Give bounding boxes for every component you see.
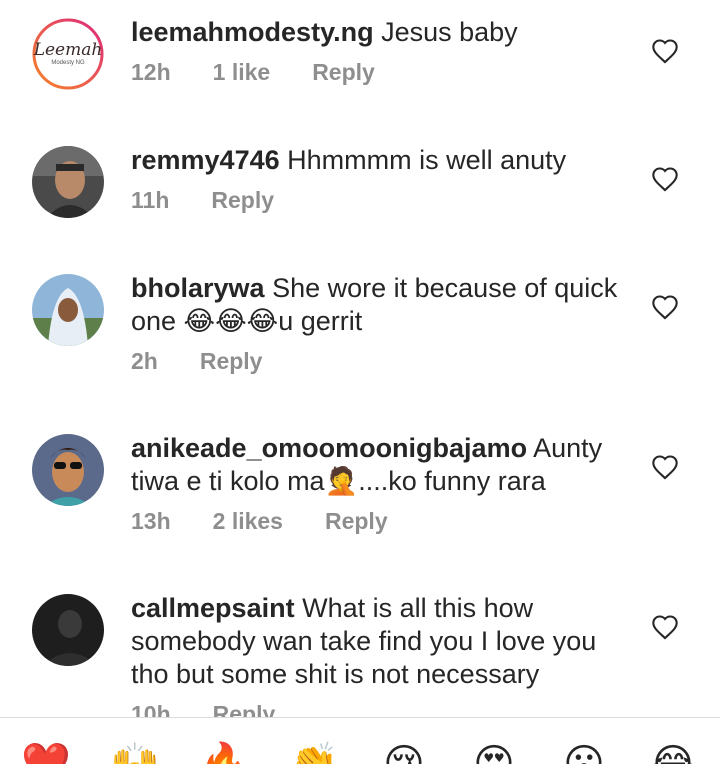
reaction-surprised[interactable]: 😮 [556, 742, 612, 764]
reply-button[interactable]: Reply [312, 59, 375, 86]
comment-username[interactable]: remmy4746 [131, 145, 280, 175]
comment-meta: 12h 1 like Reply [131, 59, 631, 86]
avatar-brand-subtext: Modesty NG [51, 60, 85, 66]
reaction-clap[interactable]: 👏 [286, 742, 342, 764]
comment-body: anikeade_omoomoonigbajamo Aunty tiwa e t… [131, 432, 631, 535]
comment-meta: 11h Reply [131, 187, 631, 214]
comment-username[interactable]: bholarywa [131, 273, 265, 303]
comment-time: 10h [131, 701, 171, 718]
quick-reactions-bar: ❤️ 🙌 🔥 👏 😢 😍 😮 😂 [0, 718, 720, 764]
comment-body: bholarywa She wore it because of quick o… [131, 272, 631, 375]
reaction-raised-hands[interactable]: 🙌 [107, 742, 163, 764]
comment-time: 11h [131, 187, 170, 213]
avatar-image [32, 594, 104, 666]
comment-body: callmepsaint What is all this how somebo… [131, 592, 631, 718]
like-button[interactable] [651, 614, 679, 640]
reaction-fire[interactable]: 🔥 [196, 742, 252, 764]
reply-button[interactable]: Reply [325, 508, 388, 535]
heart-icon [652, 295, 678, 320]
heart-icon [652, 39, 678, 64]
reply-button[interactable]: Reply [213, 701, 276, 718]
like-button[interactable] [651, 454, 679, 480]
reply-button[interactable]: Reply [200, 348, 263, 375]
comment-body: leemahmodesty.ng Jesus baby 12h 1 like R… [131, 16, 631, 86]
comments-list: Leemah Modesty NG leemahmodesty.ng Jesus… [0, 0, 720, 718]
avatar[interactable]: Leemah Modesty NG [32, 18, 104, 90]
heart-icon [652, 167, 678, 192]
avatar-image [32, 274, 104, 346]
comment-text: Jesus baby [381, 17, 518, 47]
comment-meta: 10h Reply [131, 701, 631, 718]
comment-meta: 2h Reply [131, 348, 631, 375]
comment-time: 13h [131, 508, 171, 534]
reaction-heart-eyes[interactable]: 😍 [466, 742, 522, 764]
avatar[interactable] [32, 594, 104, 666]
reaction-heart[interactable]: ❤️ [18, 742, 74, 764]
comment-likes[interactable]: 1 like [213, 59, 271, 86]
avatar-image [32, 434, 104, 506]
comment-username[interactable]: leemahmodesty.ng [131, 17, 374, 47]
comment-likes[interactable]: 2 likes [213, 508, 283, 535]
heart-icon [652, 615, 678, 640]
like-button[interactable] [651, 294, 679, 320]
comment-username[interactable]: callmepsaint [131, 593, 295, 623]
comment-text: Hhmmmm is well anuty [287, 145, 567, 175]
comment-time: 2h [131, 348, 158, 374]
comment-time: 12h [131, 59, 171, 85]
avatar-brand-text: Leemah [33, 40, 103, 60]
comment-body: remmy4746 Hhmmmm is well anuty 11h Reply [131, 144, 631, 214]
avatar-image [32, 146, 104, 218]
heart-icon [652, 455, 678, 480]
reaction-laughing[interactable]: 😂 [645, 742, 701, 764]
avatar[interactable] [32, 274, 104, 346]
reaction-crying[interactable]: 😢 [376, 742, 432, 764]
like-button[interactable] [651, 38, 679, 64]
comment-meta: 13h 2 likes Reply [131, 508, 631, 535]
avatar[interactable] [32, 434, 104, 506]
comment-username[interactable]: anikeade_omoomoonigbajamo [131, 433, 527, 463]
avatar[interactable] [32, 146, 104, 218]
like-button[interactable] [651, 166, 679, 192]
reply-button[interactable]: Reply [211, 187, 274, 214]
